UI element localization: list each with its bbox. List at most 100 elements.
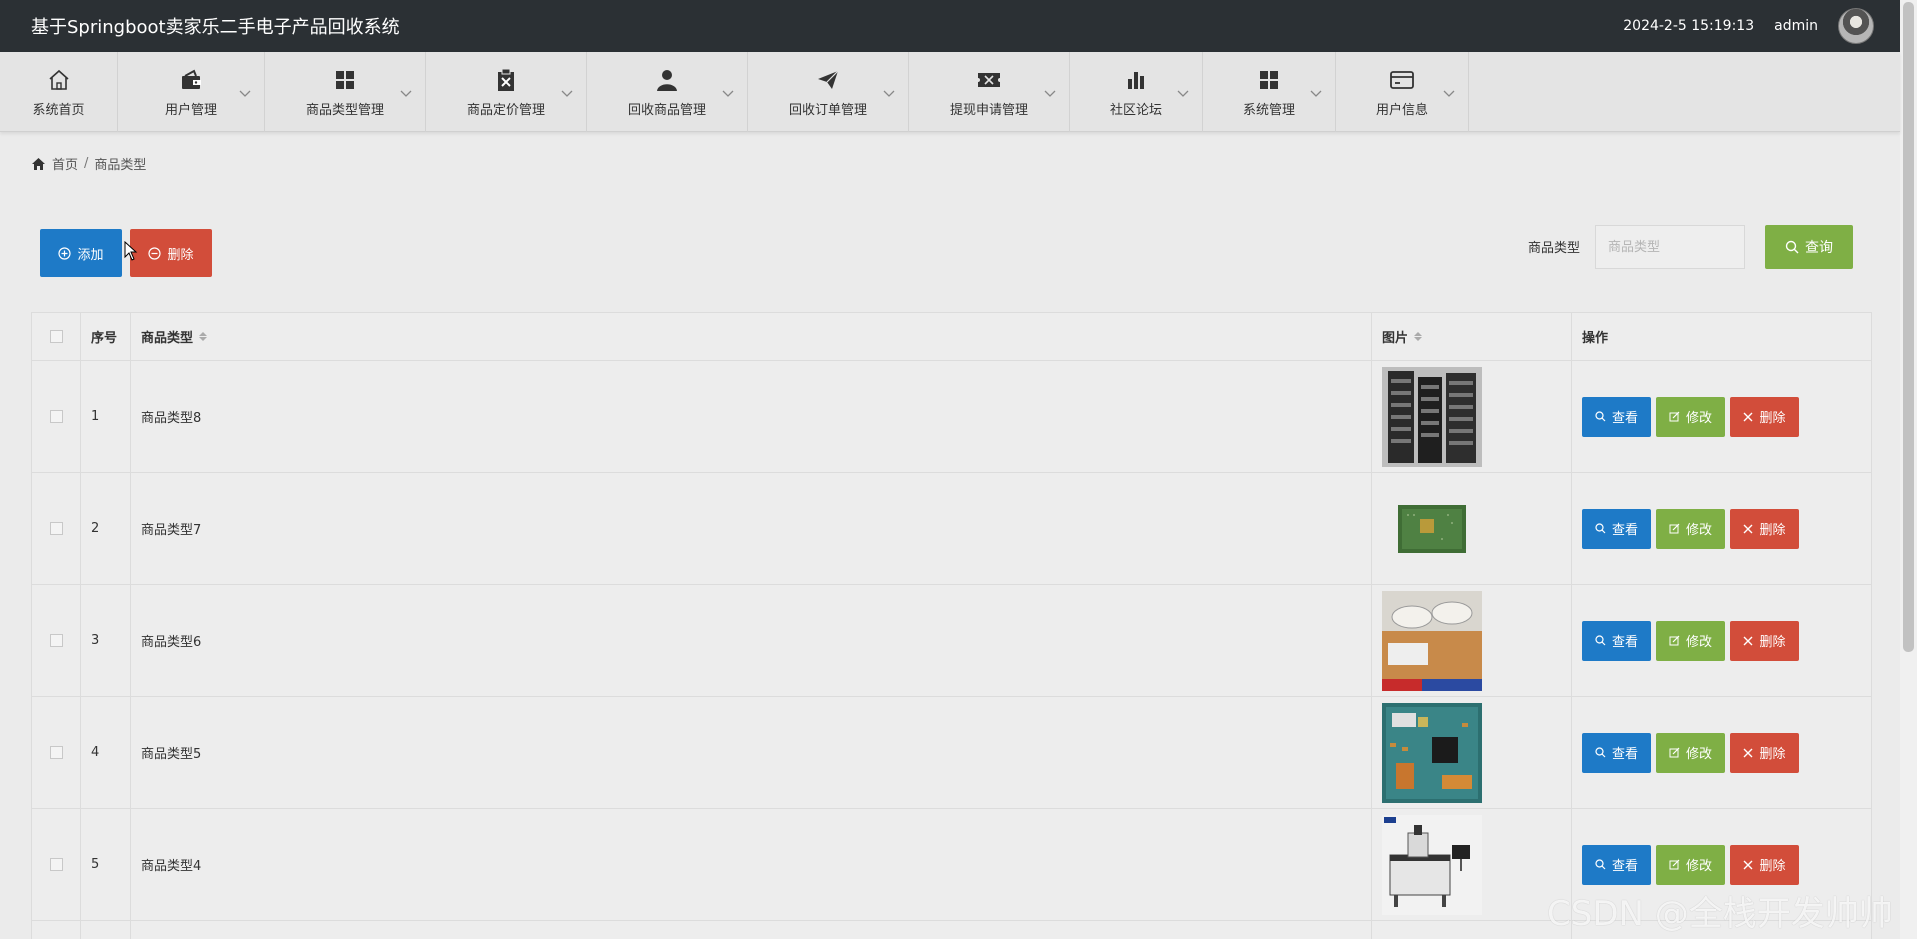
vertical-scrollbar[interactable] <box>1900 0 1917 939</box>
nav-item-home[interactable]: 系统首页 <box>0 52 118 132</box>
watermark: CSDN @全栈开发帅帅 <box>1547 894 1893 934</box>
breadcrumb-home[interactable]: 首页 <box>52 154 78 173</box>
close-icon <box>1743 412 1753 421</box>
nav-label: 系统管理 <box>1242 102 1295 118</box>
row-check-cell <box>32 921 81 939</box>
view-button[interactable]: 查看 <box>1582 396 1651 437</box>
edit-button[interactable]: 修改 <box>1656 396 1725 437</box>
close-icon <box>1743 636 1753 645</box>
row-image-cell <box>1372 697 1572 808</box>
row-index <box>81 921 131 939</box>
grid-icon <box>332 67 358 93</box>
row-ops-cell: 查看 修改 删除 <box>1572 697 1871 808</box>
sort-icon[interactable] <box>1414 332 1423 341</box>
row-check-cell <box>32 585 81 696</box>
row-check-cell <box>32 697 81 808</box>
delete-button[interactable]: 删除 <box>1730 508 1799 549</box>
row-ops-cell: 查看 修改 删除 <box>1572 361 1871 472</box>
header-right: 2024-2-5 15:19:13 admin <box>1623 8 1874 44</box>
nav-item-pricing[interactable]: 商品定价管理 <box>426 52 587 132</box>
nav-item-users[interactable]: 用户管理 <box>118 52 265 132</box>
delete-button[interactable]: 删除 <box>1730 620 1799 661</box>
view-button[interactable]: 查看 <box>1582 620 1651 661</box>
view-label: 查看 <box>1611 411 1638 426</box>
column-header-index: 序号 <box>81 313 131 360</box>
chevron-down-icon <box>1044 90 1056 97</box>
delete-button[interactable]: 删除 <box>1730 844 1799 885</box>
batch-delete-button[interactable]: 删除 <box>130 229 212 277</box>
sort-icon[interactable] <box>199 332 208 341</box>
product-type-table: 序号 商品类型 图片 操作 1 商品类型8 查看 修改 删除 2 商品类型7 查… <box>31 312 1872 939</box>
ticket-icon <box>976 67 1002 93</box>
row-checkbox[interactable] <box>49 634 63 647</box>
row-image-cell <box>1372 809 1572 920</box>
edit-button[interactable]: 修改 <box>1656 844 1725 885</box>
delete-button[interactable]: 删除 <box>1730 732 1799 773</box>
top-header: 基于Springboot卖家乐二手电子产品回收系统 2024-2-5 15:19… <box>0 0 1900 52</box>
main-nav: 系统首页 用户管理 商品类型管理 商品定价管理 回收商品管理 回收订单管理 提现… <box>0 52 1900 132</box>
nav-label: 用户信息 <box>1375 102 1428 118</box>
view-button[interactable]: 查看 <box>1582 732 1651 773</box>
nav-label: 社区论坛 <box>1109 102 1162 118</box>
view-label: 查看 <box>1611 523 1638 538</box>
search-icon <box>1595 635 1606 646</box>
chevron-down-icon <box>1443 90 1455 97</box>
thyristor-modules-image <box>1382 590 1482 691</box>
nav-label: 商品类型管理 <box>305 102 384 118</box>
nav-item-user-info[interactable]: 用户信息 <box>1336 52 1469 132</box>
row-type: 商品类型8 <box>131 361 1372 472</box>
minus-circle-icon <box>148 246 162 260</box>
nav-item-system[interactable]: 系统管理 <box>1203 52 1336 132</box>
chevron-down-icon <box>722 90 734 97</box>
edit-button[interactable]: 修改 <box>1656 732 1725 773</box>
breadcrumb-separator: / <box>84 156 89 171</box>
row-checkbox[interactable] <box>49 410 63 423</box>
scrollbar-thumb[interactable] <box>1903 2 1914 652</box>
grid-icon <box>1256 67 1282 93</box>
chevron-down-icon <box>883 90 895 97</box>
delete-label: 删除 <box>1759 411 1786 426</box>
row-checkbox[interactable] <box>49 858 63 871</box>
username[interactable]: admin <box>1774 18 1818 34</box>
view-button[interactable]: 查看 <box>1582 844 1651 885</box>
add-button[interactable]: 添加 <box>40 229 122 277</box>
edit-icon <box>1669 747 1680 758</box>
chevron-down-icon <box>1310 90 1322 97</box>
nav-item-recycle-products[interactable]: 回收商品管理 <box>587 52 748 132</box>
nav-item-forum[interactable]: 社区论坛 <box>1070 52 1203 132</box>
row-image-cell <box>1372 585 1572 696</box>
column-header-image-label: 图片 <box>1382 331 1409 346</box>
nav-label: 用户管理 <box>164 102 217 118</box>
row-checkbox[interactable] <box>49 522 63 535</box>
search-icon <box>1595 747 1606 758</box>
batch-delete-label: 删除 <box>167 247 194 263</box>
row-type: 商品类型6 <box>131 585 1372 696</box>
nav-item-withdrawals[interactable]: 提现申请管理 <box>909 52 1070 132</box>
paper-plane-icon <box>815 67 841 93</box>
bar-chart-icon <box>1123 67 1149 93</box>
delete-button[interactable]: 删除 <box>1730 396 1799 437</box>
select-all-checkbox[interactable] <box>49 330 63 343</box>
circuit-chip-image <box>1382 478 1482 579</box>
column-header-type[interactable]: 商品类型 <box>131 313 1372 360</box>
edit-button[interactable]: 修改 <box>1656 620 1725 661</box>
view-button[interactable]: 查看 <box>1582 508 1651 549</box>
edit-label: 修改 <box>1685 523 1712 538</box>
nav-item-product-types[interactable]: 商品类型管理 <box>265 52 426 132</box>
search-input[interactable] <box>1595 225 1745 269</box>
avatar[interactable] <box>1838 8 1874 44</box>
column-header-image[interactable]: 图片 <box>1372 313 1572 360</box>
edit-button[interactable]: 修改 <box>1656 508 1725 549</box>
nav-item-recycle-orders[interactable]: 回收订单管理 <box>748 52 909 132</box>
row-index: 2 <box>81 473 131 584</box>
row-checkbox[interactable] <box>49 746 63 759</box>
row-ops: 查看 修改 删除 <box>1582 732 1799 773</box>
row-type: 商品类型7 <box>131 473 1372 584</box>
server-racks-image <box>1382 366 1482 467</box>
search-label: 商品类型 <box>1528 241 1581 256</box>
breadcrumb: 首页 / 商品类型 <box>31 154 146 173</box>
user-icon <box>654 67 680 93</box>
nav-label: 商品定价管理 <box>466 102 545 118</box>
delete-label: 删除 <box>1759 859 1786 874</box>
query-button[interactable]: 查询 <box>1765 225 1853 269</box>
